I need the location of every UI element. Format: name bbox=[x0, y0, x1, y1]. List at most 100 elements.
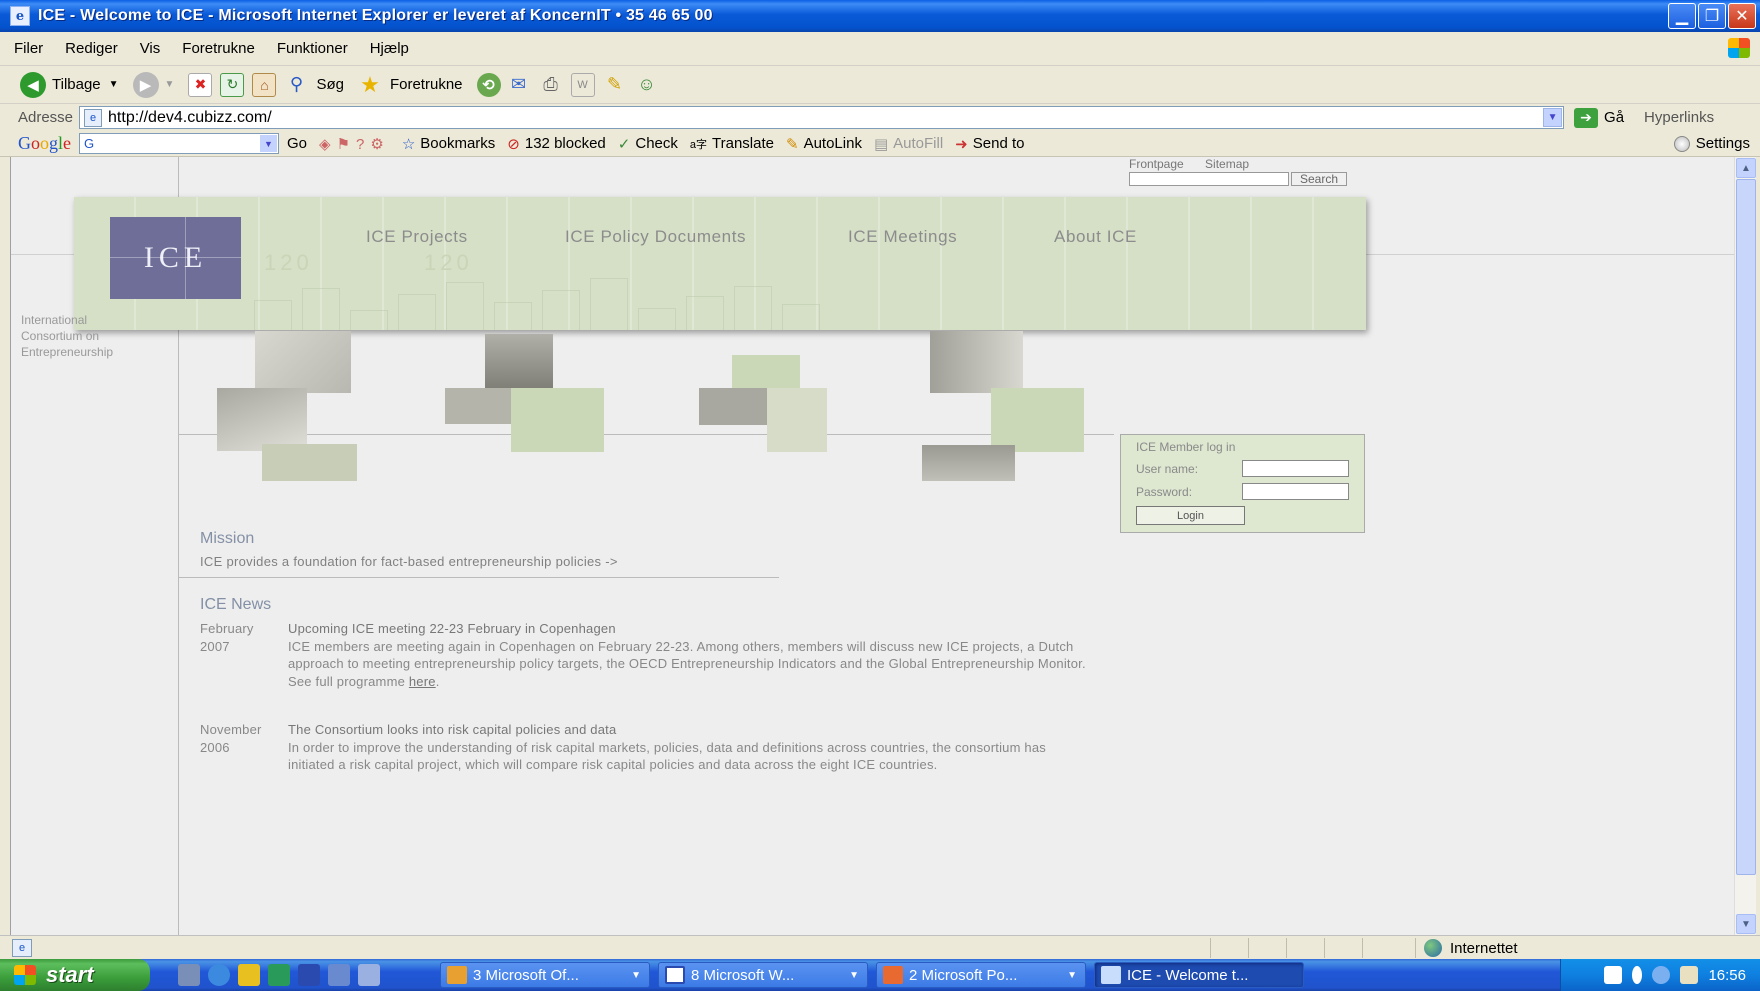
desktop-quick-icon[interactable] bbox=[328, 964, 350, 986]
home-icon[interactable]: ⌂ bbox=[252, 72, 277, 97]
address-label: Adresse bbox=[18, 109, 74, 126]
google-search-input[interactable]: G ▼ bbox=[79, 133, 280, 154]
google-tools-icons[interactable]: ◈⚑?⚙ bbox=[319, 135, 390, 153]
address-url: http://dev4.cubizz.com/ bbox=[108, 108, 272, 126]
back-button[interactable]: ◀ Tilbage ▼ bbox=[20, 71, 119, 98]
tray-volume-icon[interactable] bbox=[1680, 966, 1699, 984]
scroll-thumb[interactable] bbox=[1736, 179, 1756, 875]
tagline-line: Entrepreneurship bbox=[21, 345, 114, 359]
ice-logo[interactable]: ICE bbox=[110, 217, 241, 299]
menu-view[interactable]: Vis bbox=[140, 40, 161, 57]
nav-ice-meetings[interactable]: ICE Meetings bbox=[848, 227, 957, 247]
research-icon[interactable]: ✎ bbox=[603, 73, 627, 97]
tray-info-icon[interactable] bbox=[1632, 966, 1643, 984]
tray-app-icon[interactable] bbox=[1604, 966, 1623, 984]
login-button[interactable]: Login bbox=[1136, 506, 1245, 525]
maximize-button[interactable]: ❐ bbox=[1698, 3, 1726, 29]
news-date: November 2006 bbox=[200, 721, 280, 756]
menu-file[interactable]: Filer bbox=[14, 40, 43, 57]
task-microsoft-word[interactable]: 8 Microsoft W... ▼ bbox=[658, 962, 868, 988]
google-settings-button[interactable]: Settings bbox=[1673, 135, 1750, 152]
google-logo[interactable]: Google bbox=[18, 133, 71, 154]
start-button[interactable]: start bbox=[0, 959, 150, 991]
popup-blocker-button[interactable]: ⊘ 132 blocked bbox=[507, 135, 605, 153]
menu-edit[interactable]: Rediger bbox=[65, 40, 118, 57]
vertical-scrollbar[interactable]: ▲ ▼ bbox=[1734, 157, 1756, 935]
task-group-caret-icon: ▼ bbox=[1067, 969, 1077, 981]
autolink-button[interactable]: ✎ AutoLink bbox=[786, 135, 862, 153]
google-g-icon: G bbox=[84, 136, 95, 151]
forward-arrow-icon: ▶ bbox=[132, 71, 159, 98]
page-viewport: Frontpage Sitemap Search 120 120 ICE ICE… bbox=[10, 157, 1734, 935]
spell-check-button[interactable]: ✓ Check bbox=[618, 135, 678, 153]
mail-icon[interactable]: ✉ bbox=[507, 73, 531, 97]
address-dropdown-icon[interactable]: ▼ bbox=[1543, 108, 1563, 127]
google-search-dropdown-icon[interactable]: ▼ bbox=[260, 135, 278, 152]
quick-launch-icon[interactable] bbox=[178, 964, 200, 986]
autofill-icon: ▤ bbox=[873, 135, 889, 153]
address-input[interactable]: e http://dev4.cubizz.com/ ▼ bbox=[79, 106, 1565, 129]
task-ice-welcome[interactable]: ICE - Welcome t... bbox=[1094, 962, 1304, 988]
print-icon[interactable]: ⎙ bbox=[539, 73, 563, 97]
check-label: Check bbox=[635, 135, 678, 152]
window-title-bar[interactable]: e ICE - Welcome to ICE - Microsoft Inter… bbox=[0, 0, 1760, 32]
search-label: Søg bbox=[316, 76, 344, 93]
frontpage-link[interactable]: Frontpage bbox=[1129, 157, 1184, 171]
edit-word-icon[interactable]: W bbox=[570, 72, 595, 97]
sitemap-link[interactable]: Sitemap bbox=[1205, 157, 1249, 171]
site-search: Search bbox=[1129, 172, 1348, 186]
hero-background-chart bbox=[254, 270, 954, 330]
photo-tile bbox=[255, 331, 351, 393]
menu-help[interactable]: Hjælp bbox=[370, 40, 409, 57]
messenger-icon[interactable]: ☺ bbox=[635, 73, 659, 97]
menu-favorites[interactable]: Foretrukne bbox=[182, 40, 255, 57]
scroll-down-icon[interactable]: ▼ bbox=[1736, 914, 1756, 934]
programme-link[interactable]: here bbox=[409, 674, 436, 689]
autofill-button[interactable]: ▤ AutoFill bbox=[874, 135, 943, 153]
links-toolbar[interactable]: Hyperlinks bbox=[1644, 109, 1714, 126]
history-icon[interactable]: ⟲ bbox=[476, 72, 501, 97]
google-go-button[interactable]: Go bbox=[287, 135, 307, 152]
translate-button[interactable]: a字 Translate bbox=[690, 135, 774, 152]
refresh-icon[interactable]: ↻ bbox=[220, 72, 245, 97]
nav-ice-policy-documents[interactable]: ICE Policy Documents bbox=[565, 227, 746, 247]
password-label: Password: bbox=[1136, 484, 1193, 499]
bookmarks-button[interactable]: ☆ Bookmarks bbox=[402, 135, 495, 153]
mission-link[interactable]: ICE provides a foundation for fact-based… bbox=[200, 554, 618, 569]
site-search-button[interactable]: Search bbox=[1291, 172, 1348, 186]
forward-button[interactable]: ▶ ▼ bbox=[132, 71, 174, 98]
login-title: ICE Member log in bbox=[1136, 440, 1236, 454]
nav-about-ice[interactable]: About ICE bbox=[1054, 227, 1137, 247]
news-title: ICE News bbox=[200, 596, 272, 613]
outlook-quick-icon[interactable] bbox=[238, 964, 260, 986]
ie-page-icon: e bbox=[10, 6, 30, 26]
nav-ice-projects[interactable]: ICE Projects bbox=[366, 227, 468, 247]
favorites-button[interactable]: ★ Foretrukne bbox=[358, 72, 462, 97]
stop-icon[interactable]: ✖ bbox=[188, 72, 213, 97]
excel-quick-icon[interactable] bbox=[268, 964, 290, 986]
go-label: Gå bbox=[1604, 109, 1625, 126]
window-title: ICE - Welcome to ICE - Microsoft Interne… bbox=[38, 7, 713, 24]
go-button[interactable]: ➔ Gå bbox=[1574, 107, 1625, 128]
zone-label: Internettet bbox=[1450, 939, 1518, 957]
sendto-button[interactable]: ➜ Send to bbox=[955, 135, 1024, 153]
password-input[interactable] bbox=[1242, 483, 1349, 500]
back-dropdown-icon[interactable]: ▼ bbox=[109, 79, 119, 90]
photo-divider bbox=[178, 434, 1114, 435]
system-tray: 16:56 bbox=[1560, 959, 1760, 991]
username-input[interactable] bbox=[1242, 460, 1349, 477]
misc-quick-icon[interactable] bbox=[358, 964, 380, 986]
ie-quick-icon[interactable] bbox=[208, 964, 230, 986]
scroll-up-icon[interactable]: ▲ bbox=[1736, 158, 1756, 178]
word-quick-icon[interactable] bbox=[298, 964, 320, 986]
task-microsoft-powerpoint[interactable]: 2 Microsoft Po... ▼ bbox=[876, 962, 1086, 988]
news-item: February 2007 Upcoming ICE meeting 22-23… bbox=[200, 620, 1100, 700]
site-search-input[interactable] bbox=[1129, 172, 1289, 186]
task-microsoft-office[interactable]: 3 Microsoft Of... ▼ bbox=[440, 962, 650, 988]
tray-network-icon[interactable] bbox=[1652, 966, 1671, 984]
photo-tile bbox=[930, 331, 1023, 393]
menu-tools[interactable]: Funktioner bbox=[277, 40, 348, 57]
close-button[interactable]: ✕ bbox=[1728, 3, 1756, 29]
search-button[interactable]: ⚲ Søg bbox=[284, 73, 344, 97]
minimize-button[interactable]: ▁ bbox=[1668, 3, 1696, 29]
